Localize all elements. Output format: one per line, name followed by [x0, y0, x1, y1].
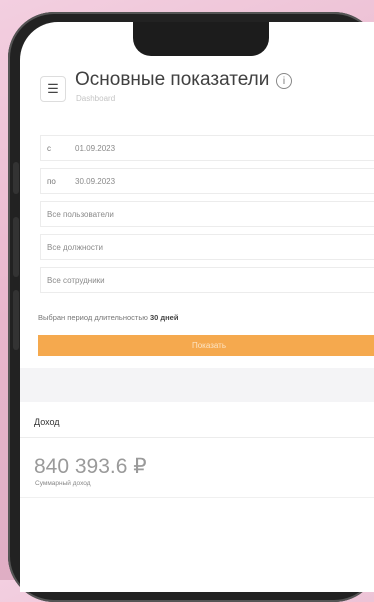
- income-caption: Суммарный доход: [35, 480, 91, 487]
- date-to-prefix: по: [47, 176, 56, 186]
- period-note: Выбран период длительностью 30 дней: [38, 313, 178, 322]
- hamburger-icon: ☰: [47, 81, 59, 96]
- users-select-value: Все пользователи: [47, 209, 114, 219]
- date-from-prefix: с: [47, 143, 51, 153]
- income-section-label: Доход: [34, 417, 60, 427]
- phone-notch: [133, 22, 269, 56]
- period-note-value: 30 дней: [149, 313, 179, 322]
- phone-screen: [20, 22, 374, 592]
- show-button[interactable]: Показать: [38, 335, 374, 356]
- date-to-field[interactable]: по 30.09.2023: [40, 168, 374, 194]
- date-from-value: 01.09.2023: [75, 143, 116, 153]
- info-icon[interactable]: i: [276, 73, 292, 89]
- menu-button[interactable]: ☰: [40, 76, 66, 102]
- users-select[interactable]: Все пользователи: [40, 201, 374, 227]
- positions-select[interactable]: Все должности: [40, 234, 374, 260]
- employees-select-value: Все сотрудники: [47, 275, 105, 285]
- date-to-value: 30.09.2023: [75, 176, 116, 186]
- income-value: 840 393.6 ₽: [34, 455, 147, 478]
- positions-select-value: Все должности: [47, 242, 103, 252]
- section-separator: [20, 368, 374, 402]
- date-from-field[interactable]: с 01.09.2023: [40, 135, 374, 161]
- period-note-text: Выбран период длительностью: [38, 313, 148, 322]
- phone-side-button: [13, 162, 19, 194]
- divider: [20, 497, 374, 498]
- page-subtitle: Dashboard: [76, 94, 116, 103]
- employees-select[interactable]: Все сотрудники: [40, 267, 374, 293]
- phone-side-button: [13, 217, 19, 277]
- page-title: Основные показатели: [75, 69, 270, 90]
- phone-side-button: [13, 290, 19, 350]
- divider: [20, 437, 374, 438]
